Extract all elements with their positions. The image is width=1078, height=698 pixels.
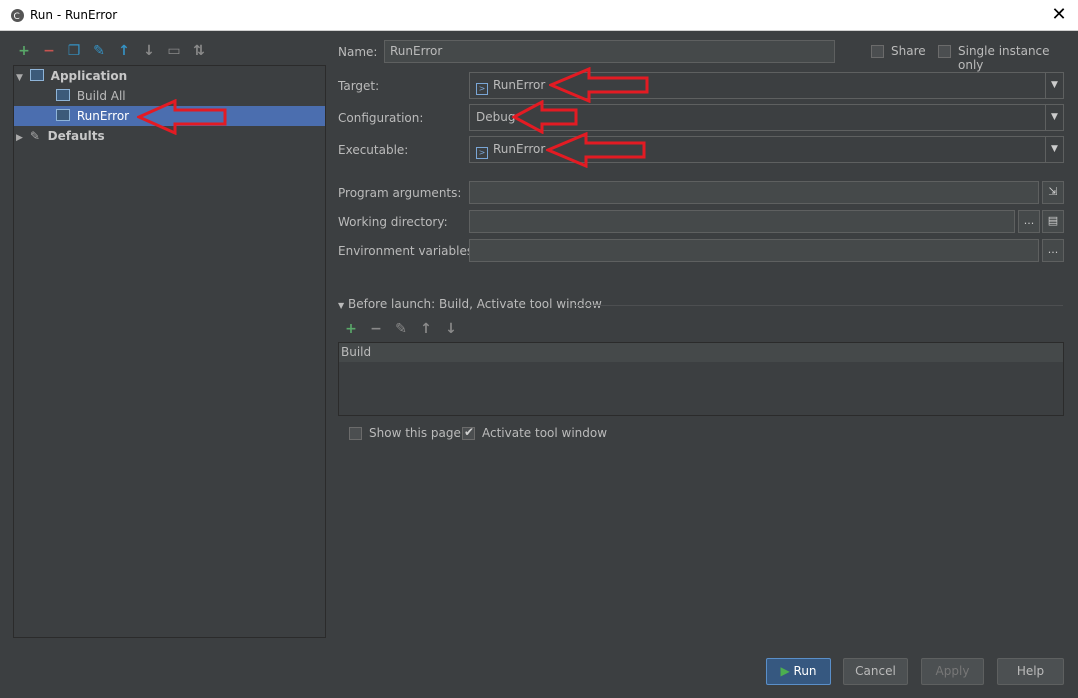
svg-text:C: C [14, 12, 20, 22]
expand-triangle-icon[interactable]: ▼ [16, 68, 26, 88]
config-toolbar: + − ❐ ✎ ↑ ↓ ▭ ⇅ [16, 42, 207, 60]
annotation-arrow [546, 132, 646, 168]
add-icon[interactable]: + [343, 321, 359, 337]
window-title: Run - RunError [30, 8, 118, 22]
window-titlebar: C Run - RunError ✕ [0, 0, 1078, 31]
share-checkbox[interactable] [871, 45, 884, 58]
collapse-triangle-icon[interactable]: ▶ [16, 128, 26, 148]
run-target-icon: > [476, 83, 488, 95]
macros-icon[interactable]: ▤ [1042, 210, 1064, 233]
help-button[interactable]: Help [997, 658, 1064, 685]
working-directory-label: Working directory: [338, 215, 448, 229]
program-arguments-label: Program arguments: [338, 186, 462, 200]
application-icon [56, 89, 70, 101]
application-icon [29, 69, 44, 81]
run-configuration-dialog: + − ❐ ✎ ↑ ↓ ▭ ⇅ ▼ Application Build All … [0, 31, 1078, 698]
move-down-icon[interactable]: ↓ [443, 321, 459, 337]
move-up-icon[interactable]: ↑ [418, 321, 434, 337]
environment-variables-input[interactable] [469, 239, 1039, 262]
remove-icon[interactable]: − [41, 43, 57, 59]
single-instance-label: Single instance only [958, 44, 1050, 72]
run-target-icon: > [476, 147, 488, 159]
annotation-arrow [549, 67, 649, 103]
tree-node-build-all[interactable]: Build All [56, 86, 126, 106]
name-label: Name: [338, 45, 378, 59]
run-icon: ▶ [780, 664, 790, 678]
tree-node-application[interactable]: ▼ Application [16, 66, 127, 86]
single-instance-checkbox[interactable] [938, 45, 951, 58]
annotation-arrow [137, 99, 227, 135]
executable-label: Executable: [338, 143, 409, 157]
configuration-label: Configuration: [338, 111, 424, 125]
before-launch-toggle[interactable]: ▼ Before launch: Build, Activate tool wi… [338, 297, 602, 311]
share-label: Share [891, 44, 926, 58]
run-button[interactable]: ▶ Run [766, 658, 831, 685]
wrench-icon: ✎ [29, 129, 40, 143]
application-icon [56, 109, 70, 121]
name-input[interactable]: RunError [384, 40, 835, 63]
folder-icon[interactable]: ▭ [166, 43, 182, 59]
program-arguments-input[interactable] [469, 181, 1039, 204]
environment-variables-label: Environment variables: [338, 244, 478, 258]
before-launch-list: Build [338, 342, 1064, 416]
sort-icon[interactable]: ⇅ [191, 43, 207, 59]
move-down-icon[interactable]: ↓ [141, 43, 157, 59]
edit-defaults-icon[interactable]: ✎ [91, 43, 107, 59]
annotation-arrow [512, 100, 578, 134]
chevron-down-icon[interactable]: ▼ [1045, 105, 1063, 130]
target-label: Target: [338, 79, 380, 93]
tree-node-defaults[interactable]: ▶ ✎ Defaults [16, 126, 105, 146]
expand-field-icon[interactable]: ⇲ [1042, 181, 1064, 204]
show-page-label: Show this page [369, 426, 461, 440]
activate-tool-window-label: Activate tool window [482, 426, 608, 440]
clion-app-icon: C [11, 9, 24, 22]
edit-icon[interactable]: ✎ [393, 321, 409, 337]
before-launch-toolbar: + − ✎ ↑ ↓ [343, 321, 459, 337]
chevron-down-icon[interactable]: ▼ [1045, 137, 1063, 162]
list-item[interactable]: Build [339, 343, 1063, 362]
config-tree: ▼ Application Build All RunError ▶ ✎ Def… [13, 65, 326, 638]
edit-env-button[interactable]: ... [1042, 239, 1064, 262]
activate-tool-window-checkbox[interactable] [462, 425, 475, 440]
working-directory-input[interactable] [469, 210, 1015, 233]
add-icon[interactable]: + [16, 43, 32, 59]
remove-icon[interactable]: − [368, 321, 384, 337]
apply-button[interactable]: Apply [921, 658, 984, 685]
show-page-checkbox[interactable] [349, 427, 362, 440]
close-icon[interactable]: ✕ [1048, 4, 1070, 26]
chevron-down-icon[interactable]: ▼ [1045, 73, 1063, 98]
collapse-triangle-icon[interactable]: ▼ [338, 301, 344, 310]
copy-icon[interactable]: ❐ [66, 43, 82, 59]
browse-button[interactable]: ... [1018, 210, 1040, 233]
move-up-icon[interactable]: ↑ [116, 43, 132, 59]
cancel-button[interactable]: Cancel [843, 658, 908, 685]
section-divider [575, 305, 1063, 306]
